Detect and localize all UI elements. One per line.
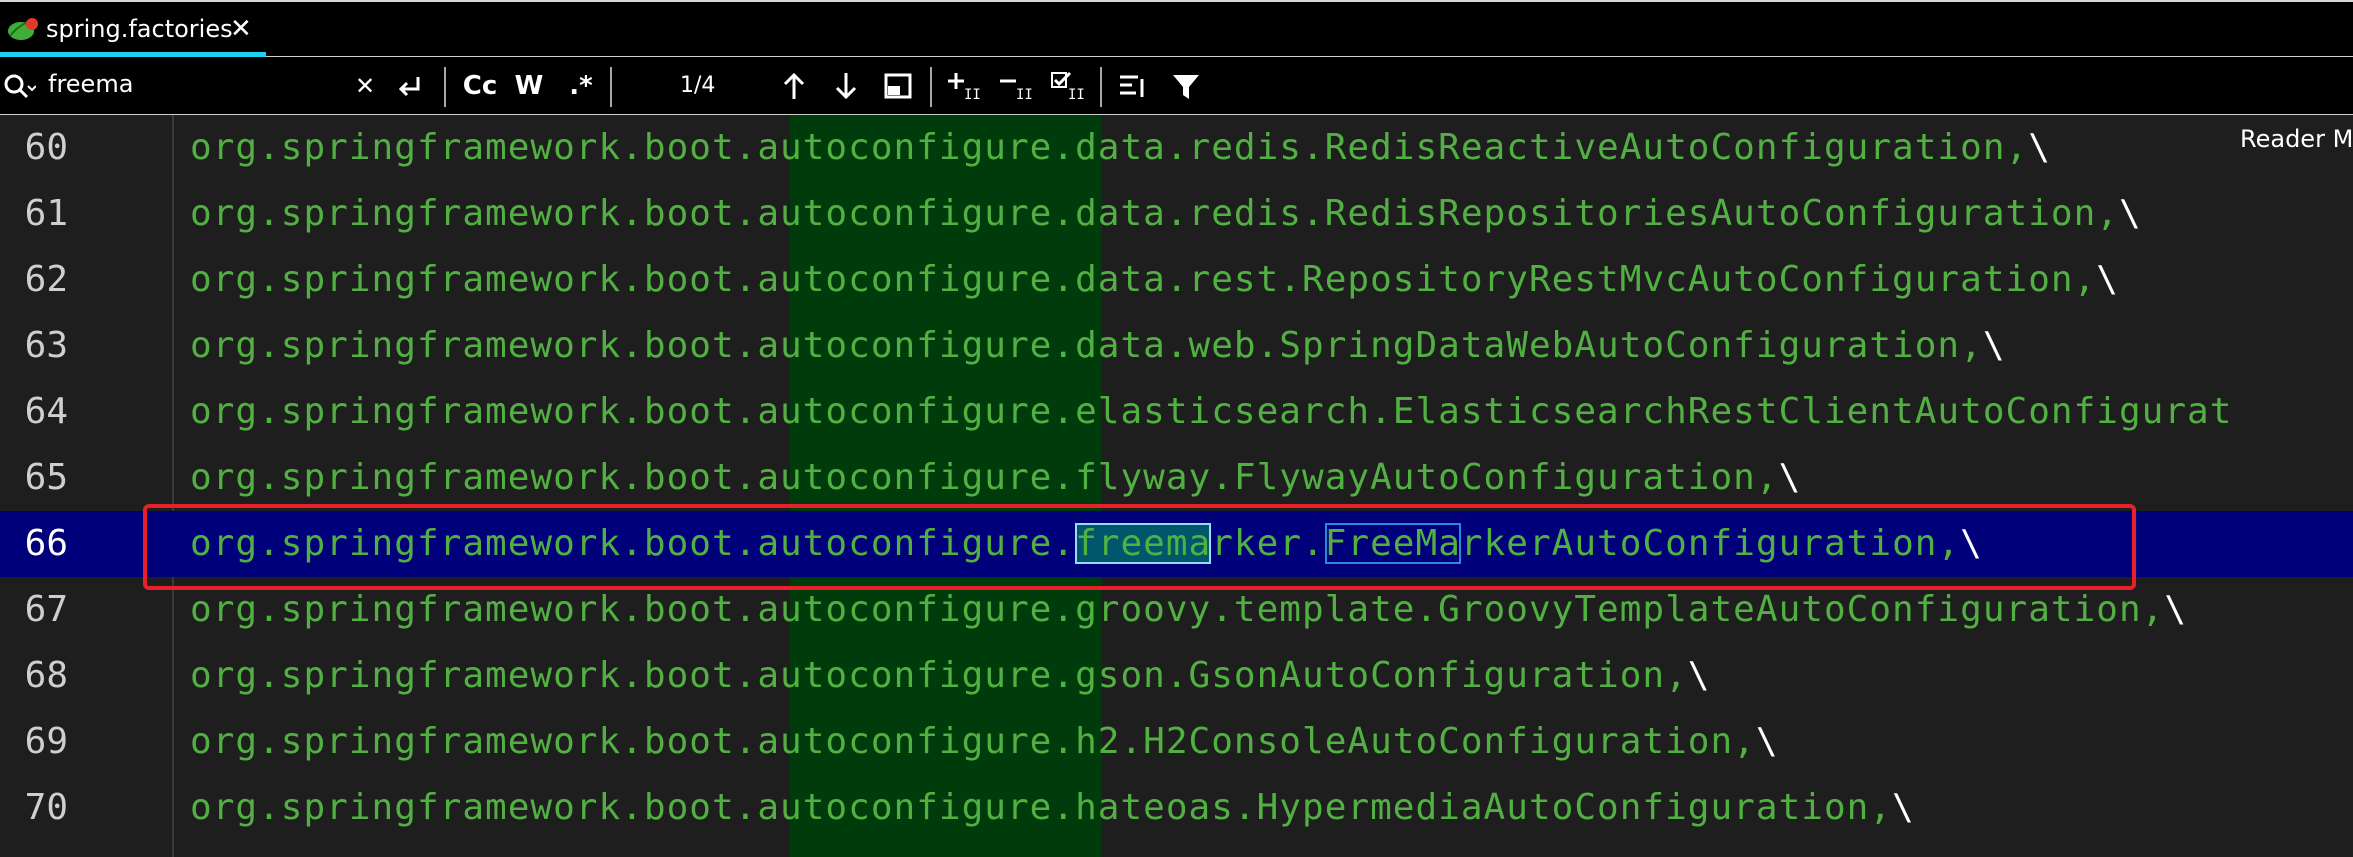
separator — [444, 67, 446, 107]
code-text[interactable]: org.springframework.boot.autoconfigure.d… — [190, 115, 2051, 181]
code-text[interactable]: org.springframework.boot.autoconfigure.h… — [190, 709, 1779, 775]
reader-mode-toggle[interactable]: Reader M — [2240, 125, 2353, 153]
code-text[interactable]: org.springframework.boot.autoconfigure.h… — [190, 775, 1915, 841]
arrow-up-icon[interactable] — [776, 69, 812, 103]
line-number: 63 — [24, 325, 68, 366]
code-text[interactable]: org.springframework.boot.autoconfigure.f… — [190, 445, 1801, 511]
code-text[interactable]: org.springframework.boot.autoconfigure.g… — [190, 643, 1711, 709]
new-line-icon[interactable] — [392, 69, 428, 103]
line-number: 64 — [24, 391, 68, 432]
tab-bar: spring.factories ✕ — [0, 0, 2353, 58]
code-line: 70 org.springframework.boot.autoconfigur… — [0, 775, 2353, 841]
line-number: 62 — [24, 259, 68, 300]
svg-text:II: II — [1068, 87, 1084, 103]
spring-leaf-icon — [8, 18, 38, 40]
search-match: FreeMa — [1324, 523, 1461, 564]
match-case-button[interactable]: Cc — [460, 69, 500, 103]
code-line: 62 org.springframework.boot.autoconfigur… — [0, 247, 2353, 313]
code-text[interactable]: org.springframework.boot.autoconfigure.e… — [190, 379, 2232, 445]
arrow-down-icon[interactable] — [828, 69, 864, 103]
find-toolbar: ✕ Cc W .* 1/4 II II II — [0, 57, 2353, 115]
search-history-icon[interactable] — [2, 70, 36, 102]
clear-search-icon[interactable]: ✕ — [352, 69, 378, 103]
select-all-occurrences-icon[interactable] — [880, 69, 916, 103]
svg-text:II: II — [964, 87, 980, 103]
code-text[interactable]: org.springframework.boot.autoconfigure.d… — [190, 313, 2006, 379]
separator — [1100, 67, 1102, 107]
tab-close-icon[interactable]: ✕ — [230, 14, 252, 44]
code-line: 63 org.springframework.boot.autoconfigur… — [0, 313, 2353, 379]
line-number: 61 — [24, 193, 68, 234]
line-number: 67 — [24, 589, 68, 630]
code-text[interactable]: org.springframework.boot.autoconfigure.f… — [190, 511, 1983, 577]
search-input[interactable] — [48, 66, 348, 102]
code-line: 67 org.springframework.boot.autoconfigur… — [0, 577, 2353, 643]
line-number: 69 — [24, 721, 68, 762]
code-line: 61 org.springframework.boot.autoconfigur… — [0, 181, 2353, 247]
code-text[interactable]: org.springframework.boot.autoconfigure.d… — [190, 247, 2119, 313]
code-line: 64 org.springframework.boot.autoconfigur… — [0, 379, 2353, 445]
tab-label: spring.factories — [46, 15, 233, 43]
match-count: 1/4 — [680, 73, 716, 98]
line-number: 66 — [24, 523, 68, 564]
separator — [930, 67, 932, 107]
tab-spring-factories[interactable]: spring.factories ✕ — [0, 2, 266, 58]
line-number: 65 — [24, 457, 68, 498]
line-number: 68 — [24, 655, 68, 696]
filter-icon[interactable] — [1168, 69, 1204, 103]
code-line: 69 org.springframework.boot.autoconfigur… — [0, 709, 2353, 775]
line-number: 60 — [24, 127, 68, 168]
separator — [610, 67, 612, 107]
code-editor[interactable]: 60 org.springframework.boot.autoconfigur… — [0, 115, 2353, 857]
regex-button[interactable]: .* — [566, 69, 596, 103]
words-button[interactable]: W — [514, 69, 544, 103]
add-occurrence-icon[interactable]: II — [944, 69, 980, 103]
code-line: 60 org.springframework.boot.autoconfigur… — [0, 115, 2353, 181]
current-code-line: 66 org.springframework.boot.autoconfigur… — [0, 511, 2353, 577]
code-line: 65 org.springframework.boot.autoconfigur… — [0, 445, 2353, 511]
code-text[interactable]: org.springframework.boot.autoconfigure.d… — [190, 181, 2142, 247]
code-line: 68 org.springframework.boot.autoconfigur… — [0, 643, 2353, 709]
line-number: 70 — [24, 787, 68, 828]
filter-lines-icon[interactable] — [1116, 69, 1152, 103]
remove-occurrence-icon[interactable]: II — [996, 69, 1032, 103]
code-text[interactable]: org.springframework.boot.autoconfigure.g… — [190, 577, 2187, 643]
svg-text:II: II — [1016, 87, 1032, 103]
select-all-matches-icon[interactable]: II — [1048, 69, 1084, 103]
search-match-current: freema — [1075, 523, 1212, 564]
